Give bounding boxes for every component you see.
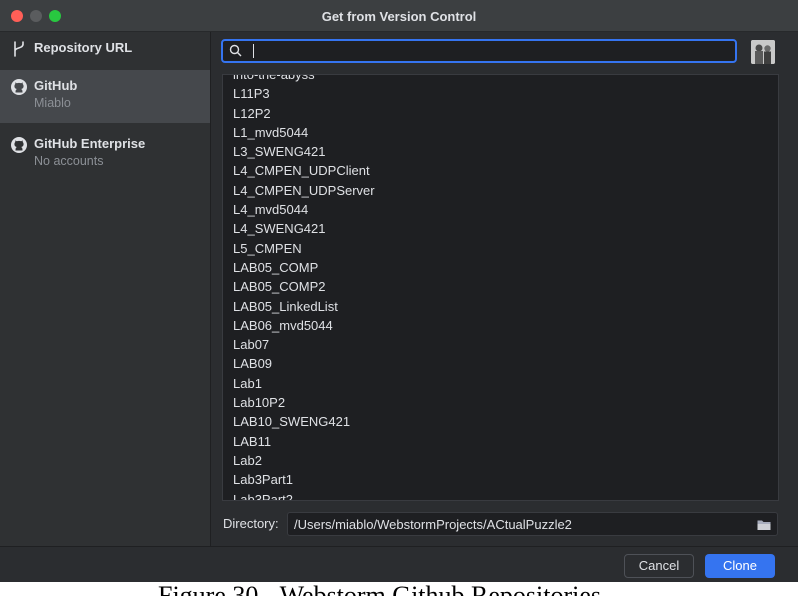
repository-item[interactable]: LAB05_LinkedList — [223, 297, 778, 316]
search-input[interactable] — [247, 42, 727, 60]
cancel-button[interactable]: Cancel — [624, 554, 694, 578]
repository-item[interactable]: L4_CMPEN_UDPClient — [223, 161, 778, 180]
sidebar-item-label: GitHub — [34, 78, 78, 93]
search-icon — [229, 44, 242, 57]
repository-item[interactable]: L11P3 — [223, 84, 778, 103]
sidebar-item-github[interactable]: GitHub Miablo — [0, 70, 210, 123]
figure-caption: Figure 30 - Webstorm Github Repositories — [0, 583, 804, 596]
window-title: Get from Version Control — [321, 9, 477, 24]
title-bar: Get from Version Control — [0, 0, 798, 32]
sidebar-item-label: Repository URL — [34, 40, 133, 55]
github-icon — [10, 136, 28, 154]
folder-icon[interactable] — [757, 518, 771, 530]
repository-item[interactable]: Lab1 — [223, 374, 778, 393]
figure-caption-text: Figure 30 - Webstorm Github Repositories — [158, 583, 601, 596]
repository-item[interactable]: L12P2 — [223, 104, 778, 123]
repository-item[interactable]: LAB05_COMP — [223, 258, 778, 277]
dialog-window: Get from Version Control Repository URL … — [0, 0, 798, 582]
repository-list[interactable]: into-the-abyss L11P3 L12P2 L1_mvd5044 L3_SWE… — [222, 74, 779, 501]
repository-item[interactable]: into-the-abyss — [223, 75, 778, 84]
directory-input[interactable] — [294, 515, 734, 533]
avatar[interactable] — [751, 40, 775, 64]
repository-item[interactable]: LAB05_COMP2 — [223, 277, 778, 296]
text-caret — [253, 44, 254, 58]
sidebar-item-github-enterprise[interactable]: GitHub Enterprise No accounts — [0, 128, 210, 176]
repository-item[interactable]: LAB10_SWENG421 — [223, 412, 778, 431]
repository-item[interactable]: L5_CMPEN — [223, 239, 778, 258]
repository-item[interactable]: L1_mvd5044 — [223, 123, 778, 142]
repository-item[interactable]: LAB09 — [223, 354, 778, 373]
footer-divider — [0, 546, 798, 547]
sidebar-item-account: No accounts — [34, 154, 104, 168]
sidebar-item-label: GitHub Enterprise — [34, 136, 146, 151]
repository-item[interactable]: L3_SWENG421 — [223, 142, 778, 161]
repository-item[interactable]: Lab2 — [223, 451, 778, 470]
sidebar-item-repository-url[interactable]: Repository URL — [0, 32, 210, 66]
repository-item[interactable]: Lab3Part2 — [223, 490, 778, 500]
sidebar-item-account: Miablo — [34, 96, 71, 110]
directory-label: Directory: — [223, 516, 279, 531]
repository-item[interactable]: Lab07 — [223, 335, 778, 354]
branch-icon — [10, 40, 28, 58]
repository-item[interactable]: L4_mvd5044 — [223, 200, 778, 219]
repository-item[interactable]: L4_CMPEN_UDPServer — [223, 181, 778, 200]
repository-item[interactable]: LAB06_mvd5044 — [223, 316, 778, 335]
clone-button[interactable]: Clone — [705, 554, 775, 578]
search-field[interactable] — [221, 39, 737, 63]
repository-item[interactable]: LAB11 — [223, 432, 778, 451]
github-icon — [10, 78, 28, 96]
directory-field[interactable] — [287, 512, 778, 536]
repository-list-items: into-the-abyss L11P3 L12P2 L1_mvd5044 L3_SWE… — [223, 75, 778, 500]
repository-item[interactable]: L4_SWENG421 — [223, 219, 778, 238]
repository-item[interactable]: Lab3Part1 — [223, 470, 778, 489]
sidebar: Repository URL GitHub Miablo GitHub Ente… — [0, 32, 211, 547]
repository-item[interactable]: Lab10P2 — [223, 393, 778, 412]
